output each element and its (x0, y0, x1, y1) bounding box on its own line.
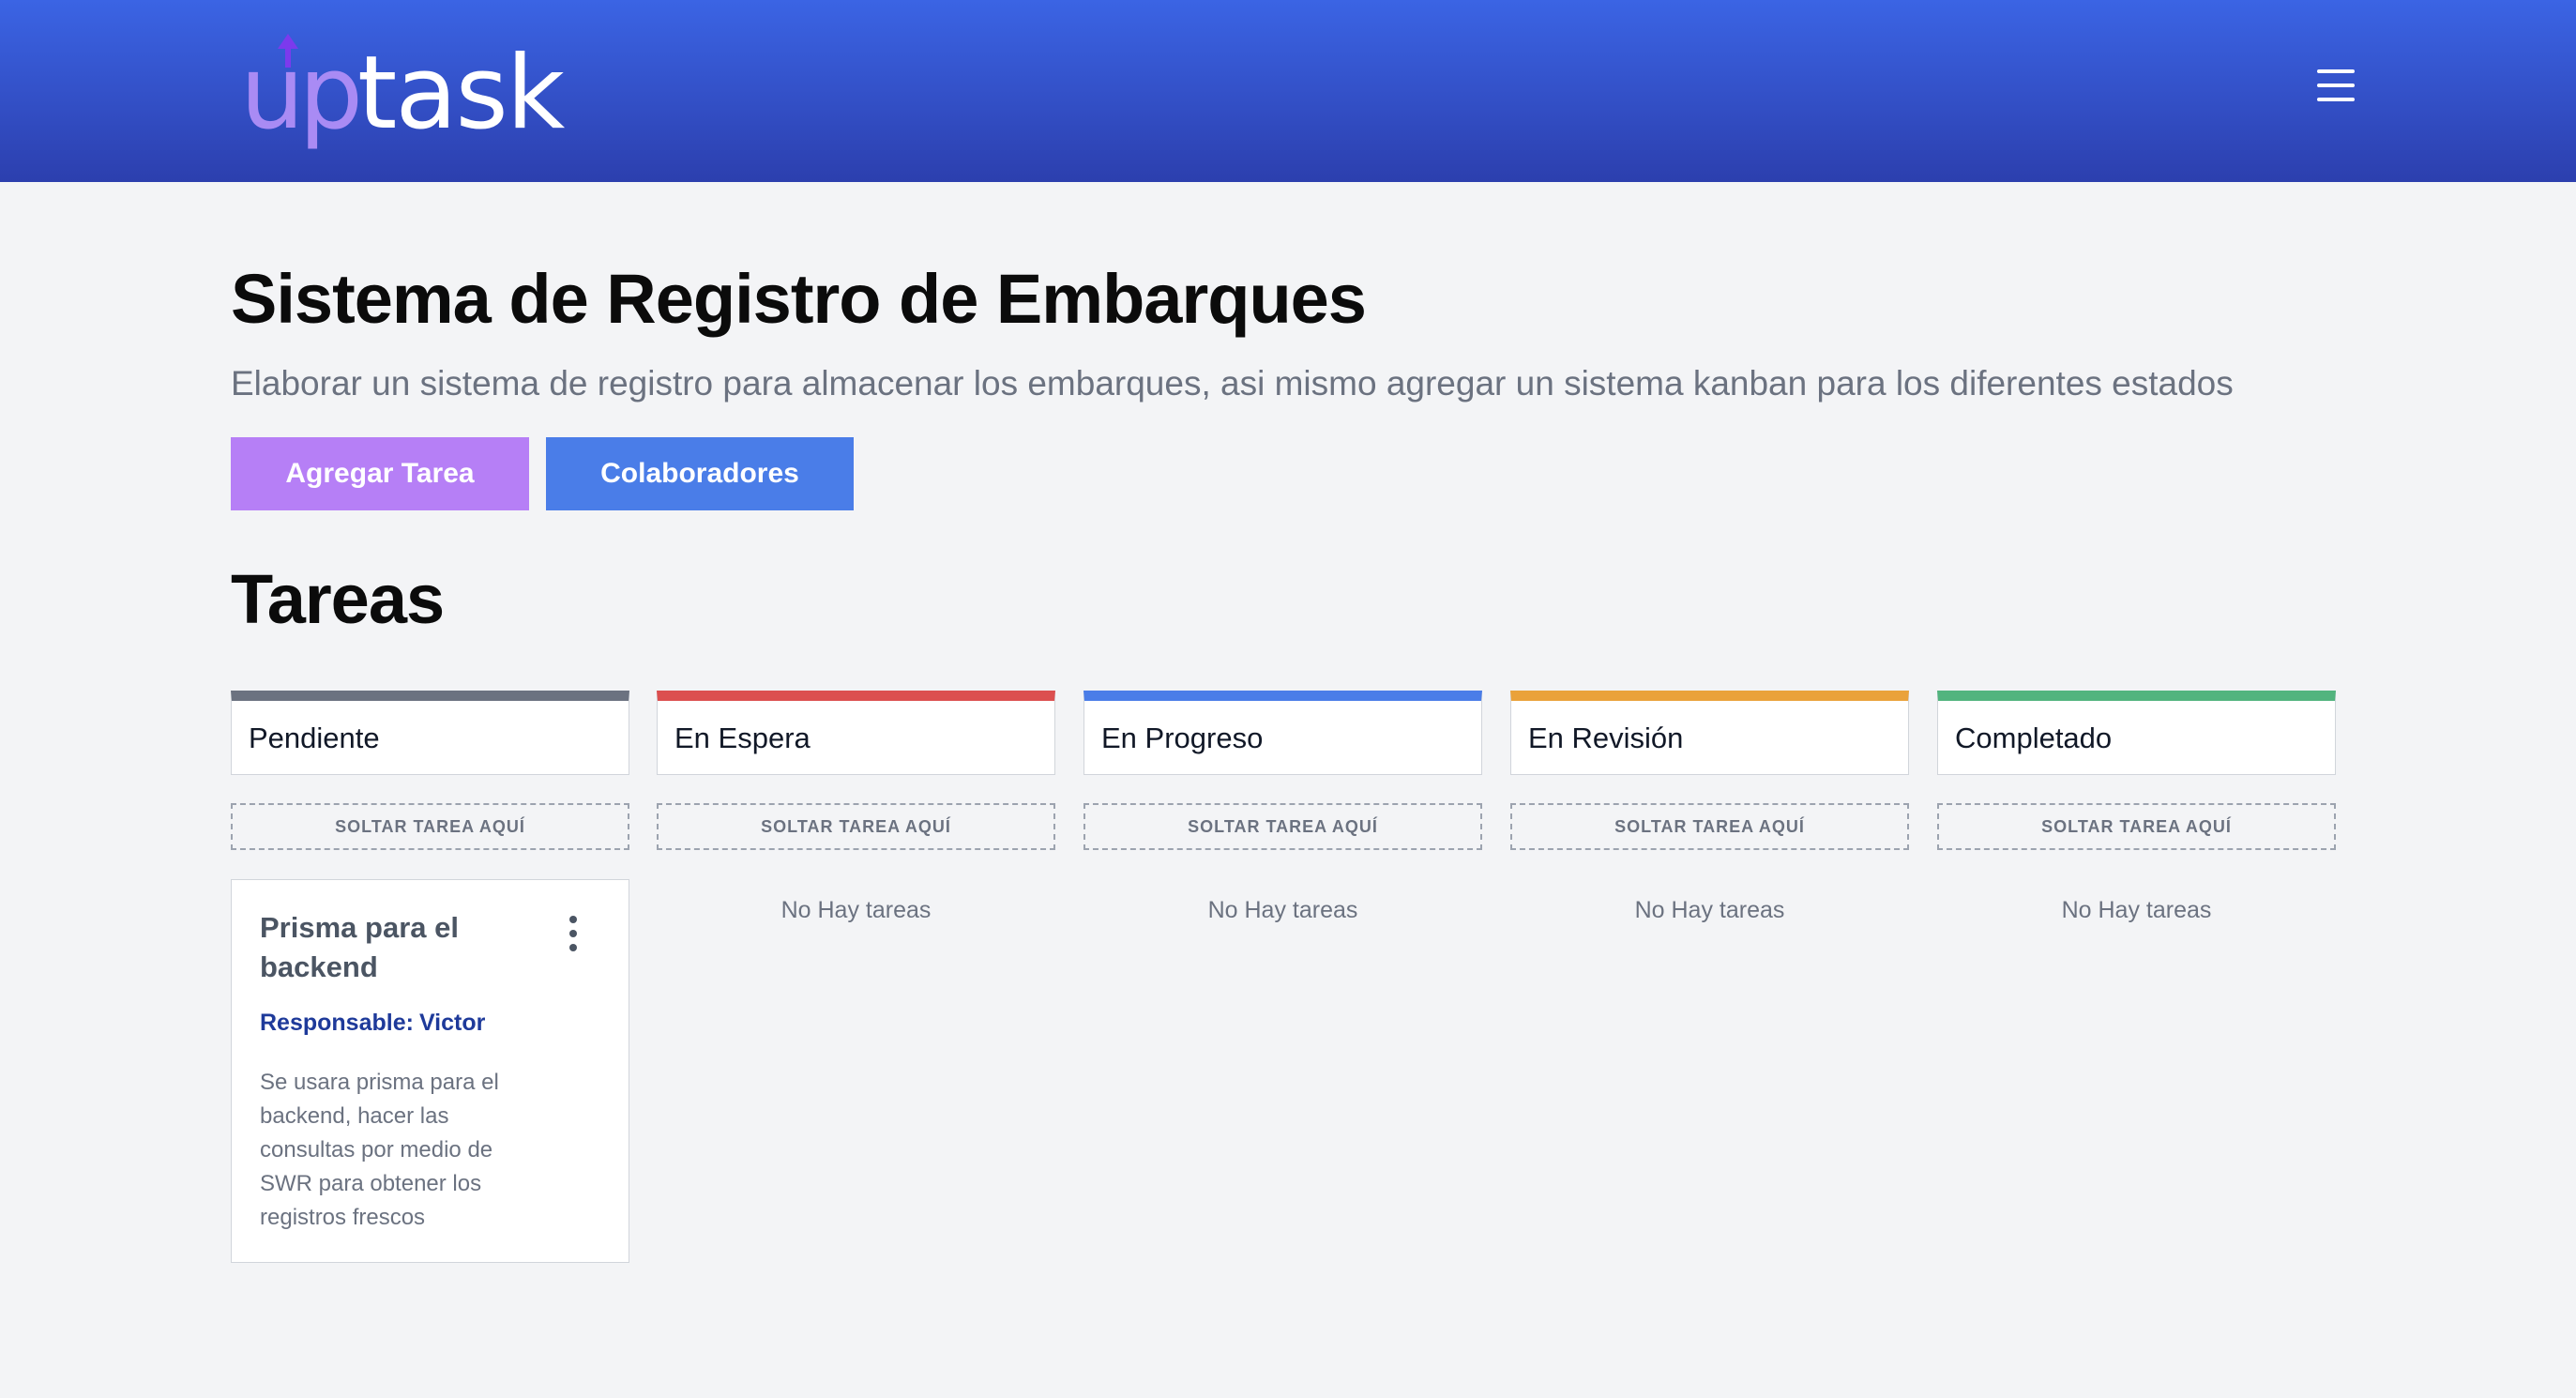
empty-tasks-message: No Hay tareas (780, 897, 932, 923)
column-label: En Revisión (1528, 722, 1684, 754)
tasks-section-title: Tareas (231, 560, 445, 638)
responsible-label: Responsable: (260, 1010, 414, 1036)
column-header-completado: Completado (1937, 691, 2336, 775)
empty-tasks-message: No Hay tareas (2061, 897, 2212, 923)
column-header-en-revision: En Revisión (1510, 691, 1909, 775)
drop-zone-en-revision[interactable]: Soltar tarea aquí (1510, 803, 1909, 850)
uptask-logo[interactable]: up task (240, 34, 565, 152)
task-description: Se usara prisma para el backend, hacer l… (260, 1070, 499, 1230)
drop-zone-pendiente[interactable]: Soltar tarea aquí (231, 803, 629, 850)
column-label: En Espera (674, 722, 811, 754)
task-card[interactable]: Prisma para el backend Responsable: Victo… (231, 879, 629, 1263)
responsible-name: Victor (418, 1010, 486, 1036)
empty-tasks-message: No Hay tareas (1634, 897, 1785, 923)
hamburger-icon (2317, 69, 2355, 73)
logo-up-text: up (240, 35, 363, 152)
column-label: En Progreso (1101, 722, 1264, 754)
column-header-en-progreso: En Progreso (1083, 691, 1482, 775)
column-label: Completado (1955, 722, 2113, 754)
logo-arrow-icon (278, 34, 298, 68)
task-title: Prisma para el backend (260, 911, 459, 983)
hamburger-menu-button[interactable] (2313, 69, 2358, 107)
project-title: Sistema de Registro de Embarques (231, 260, 1367, 338)
collaborators-button[interactable]: Colaboradores (546, 437, 854, 510)
drop-zone-en-espera[interactable]: Soltar tarea aquí (657, 803, 1055, 850)
drop-zone-en-progreso[interactable]: Soltar tarea aquí (1083, 803, 1482, 850)
project-description: Elaborar un sistema de registro para alm… (231, 364, 2234, 403)
column-label: Pendiente (249, 722, 380, 754)
kebab-menu-icon[interactable] (562, 916, 584, 957)
add-task-button[interactable]: Agregar Tarea (231, 437, 529, 510)
logo-task-text: task (357, 35, 565, 152)
top-header: up task (0, 0, 2576, 182)
task-responsible: Responsable: Victor (260, 1010, 485, 1037)
column-header-pendiente: Pendiente (231, 691, 629, 775)
empty-tasks-message: No Hay tareas (1207, 897, 1358, 923)
column-header-en-espera: En Espera (657, 691, 1055, 775)
drop-zone-completado[interactable]: Soltar tarea aquí (1937, 803, 2336, 850)
